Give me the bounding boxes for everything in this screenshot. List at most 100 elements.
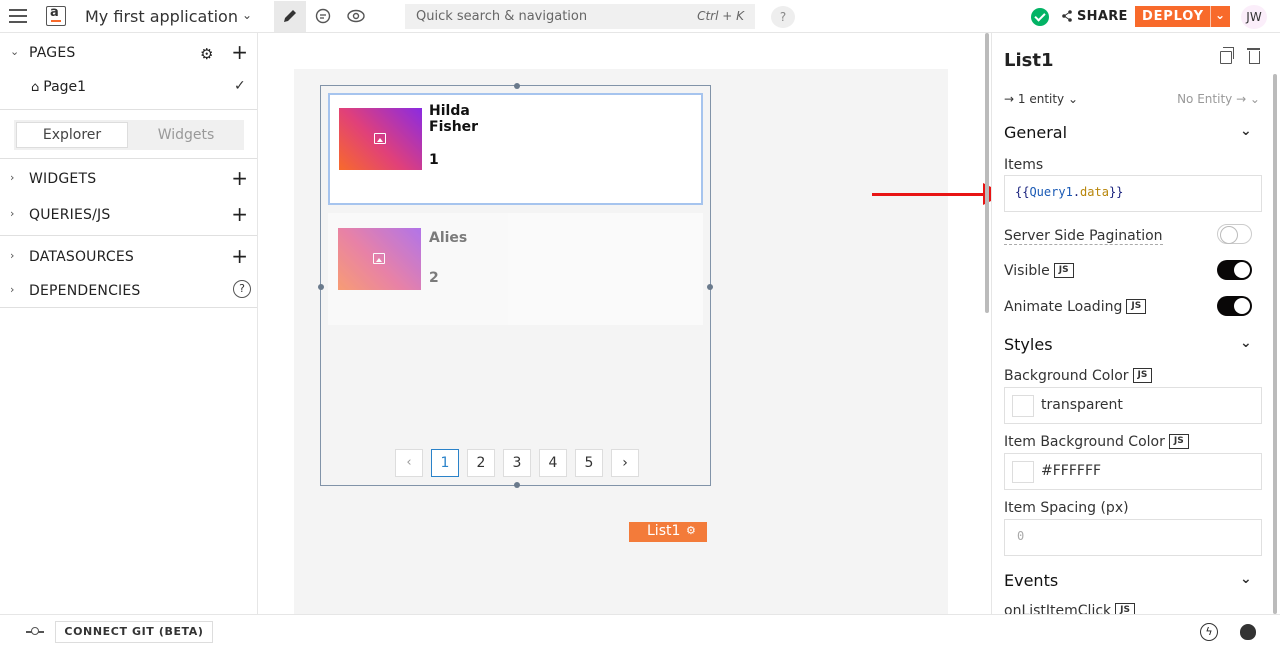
help-icon[interactable]: ? [771,6,795,28]
queries-section[interactable]: › QUERIES/JS + [0,197,257,231]
help-icon[interactable]: ? [233,280,251,298]
list-item[interactable]: Hilda Fisher 1 [328,93,703,205]
js-toggle-button[interactable]: JS [1115,603,1135,614]
chevron-right-icon[interactable]: › [10,249,14,262]
section-events[interactable]: Events [1004,571,1058,590]
background-color-label: Background Color JS [1004,368,1153,384]
item-image[interactable] [339,108,422,170]
section-label: DEPENDENCIES [29,283,141,299]
pagination-page-4[interactable]: 4 [539,449,567,477]
search-placeholder: Quick search & navigation [416,9,588,24]
property-pane-scrollbar[interactable] [1273,74,1277,614]
app-title[interactable]: My first application [85,7,238,26]
add-datasource-plus-icon[interactable]: + [231,244,248,268]
pagination-page-1[interactable]: 1 [431,449,459,477]
edit-mode-button[interactable] [274,1,306,32]
widgets-section[interactable]: › WIDGETS + [0,161,257,195]
comment-mode-button[interactable] [307,1,339,32]
tab-explorer[interactable]: Explorer [16,122,128,148]
resize-handle-left[interactable] [318,284,324,290]
list-widget[interactable]: Hilda Fisher 1 Alies 2 ‹ 1 2 3 4 5 › [318,83,713,488]
resize-handle-top[interactable] [514,83,520,89]
trash-icon[interactable] [1247,48,1260,64]
chevron-down-icon[interactable]: ⌄ [242,8,252,22]
canvas-scrollbar[interactable] [985,33,989,313]
tab-widgets[interactable]: Widgets [130,122,242,148]
js-toggle-button[interactable]: JS [1126,299,1147,314]
lightning-bolt-icon[interactable]: ϟ [1200,623,1218,641]
datasources-section[interactable]: › DATASOURCES + [0,239,257,273]
resize-handle-bottom[interactable] [514,482,520,488]
gear-icon[interactable]: ⚙ [200,45,213,63]
animate-loading-label: Animate Loading JS [1004,299,1147,315]
page-canvas[interactable]: Hilda Fisher 1 Alies 2 ‹ 1 2 3 4 5 › Lis… [294,69,948,614]
pagination-next-button[interactable]: › [611,449,639,477]
connect-git-button[interactable]: CONNECT GIT (BETA) [55,621,213,643]
add-widget-plus-icon[interactable]: + [231,166,248,190]
items-code-editor[interactable]: {{Query1.data}} [1004,175,1262,212]
outgoing-entity-dropdown[interactable]: No Entity → ⌄ [1177,92,1260,106]
item-background-color-input[interactable]: #FFFFFF [1004,453,1262,490]
server-side-pagination-toggle[interactable] [1217,224,1252,244]
chevron-down-icon[interactable]: ⌄ [1240,335,1252,351]
animate-loading-toggle[interactable] [1217,296,1252,316]
resize-handle-right[interactable] [707,284,713,290]
share-button[interactable]: SHARE [1077,9,1128,24]
pagination-page-5[interactable]: 5 [575,449,603,477]
section-general[interactable]: General [1004,123,1067,142]
background-color-input[interactable]: transparent [1004,387,1262,424]
hamburger-menu-icon[interactable] [9,9,27,23]
editor-canvas-area: Hilda Fisher 1 Alies 2 ‹ 1 2 3 4 5 › Lis… [258,33,990,614]
pagination-page-3[interactable]: 3 [503,449,531,477]
visible-toggle[interactable] [1217,260,1252,280]
page-item-page1[interactable]: ⌂ Page1 [31,79,86,95]
chevron-right-icon[interactable]: › [10,207,14,220]
image-placeholder-icon [374,133,386,144]
color-swatch[interactable] [1012,461,1034,483]
deploy-button[interactable]: DEPLOY ⌄ [1135,6,1230,27]
chevron-right-icon[interactable]: › [10,171,14,184]
js-toggle-button[interactable]: JS [1132,368,1153,383]
pencil-icon [284,10,296,22]
user-avatar[interactable]: JW [1241,5,1267,29]
widget-name-title[interactable]: List1 [1004,50,1053,71]
deploy-chevron-down-icon[interactable]: ⌄ [1215,8,1226,22]
on-list-item-click-label: onListItemClick JS [1004,603,1135,614]
item-image[interactable] [338,228,421,290]
pagination-page-2[interactable]: 2 [467,449,495,477]
item-name-text[interactable]: Hilda Fisher [429,103,499,135]
gear-icon[interactable]: ⚙ [686,524,696,537]
item-number-text[interactable]: 2 [429,270,439,286]
pages-section[interactable]: ⌄ PAGES ⚙ + [0,35,257,69]
bug-icon[interactable] [1240,624,1256,640]
item-name-text[interactable]: Alies [429,230,499,246]
dependencies-section[interactable]: › DEPENDENCIES ? [0,273,257,307]
section-styles[interactable]: Styles [1004,335,1053,354]
copy-icon[interactable] [1220,47,1234,64]
item-spacing-input[interactable]: 0 [1004,519,1262,556]
js-toggle-button[interactable]: JS [1168,434,1189,449]
item-number-text[interactable]: 1 [429,152,439,168]
view-mode-button[interactable] [339,1,371,32]
chevron-down-icon[interactable]: ⌄ [1240,123,1252,139]
quick-search-input[interactable]: Quick search & navigation Ctrl + K [405,4,755,29]
entity-connections-dropdown[interactable]: → 1 entity ⌄ [1004,92,1078,106]
items-label: Items [1004,157,1044,173]
chevron-down-icon[interactable]: ⌄ [1240,571,1252,587]
items-code-value: {{Query1.data}} [1015,185,1124,199]
item-spacing-label: Item Spacing (px) [1004,500,1129,516]
js-toggle-button[interactable]: JS [1053,263,1074,278]
add-page-plus-icon[interactable]: + [231,40,248,64]
chevron-right-icon[interactable]: › [10,283,14,296]
server-side-pagination-label: Server Side Pagination [1004,228,1163,245]
background-color-value: transparent [1041,397,1123,413]
list-item[interactable]: Alies 2 [328,213,703,325]
add-query-plus-icon[interactable]: + [231,202,248,226]
chevron-down-icon[interactable]: ⌄ [10,45,19,58]
widget-name-tag[interactable]: List1 ⚙ [629,522,707,542]
divider [0,109,257,110]
color-swatch[interactable] [1012,395,1034,417]
appsmith-logo-icon[interactable]: a [46,5,66,26]
pagination-prev-button[interactable]: ‹ [395,449,423,477]
share-icon[interactable] [1062,10,1072,22]
